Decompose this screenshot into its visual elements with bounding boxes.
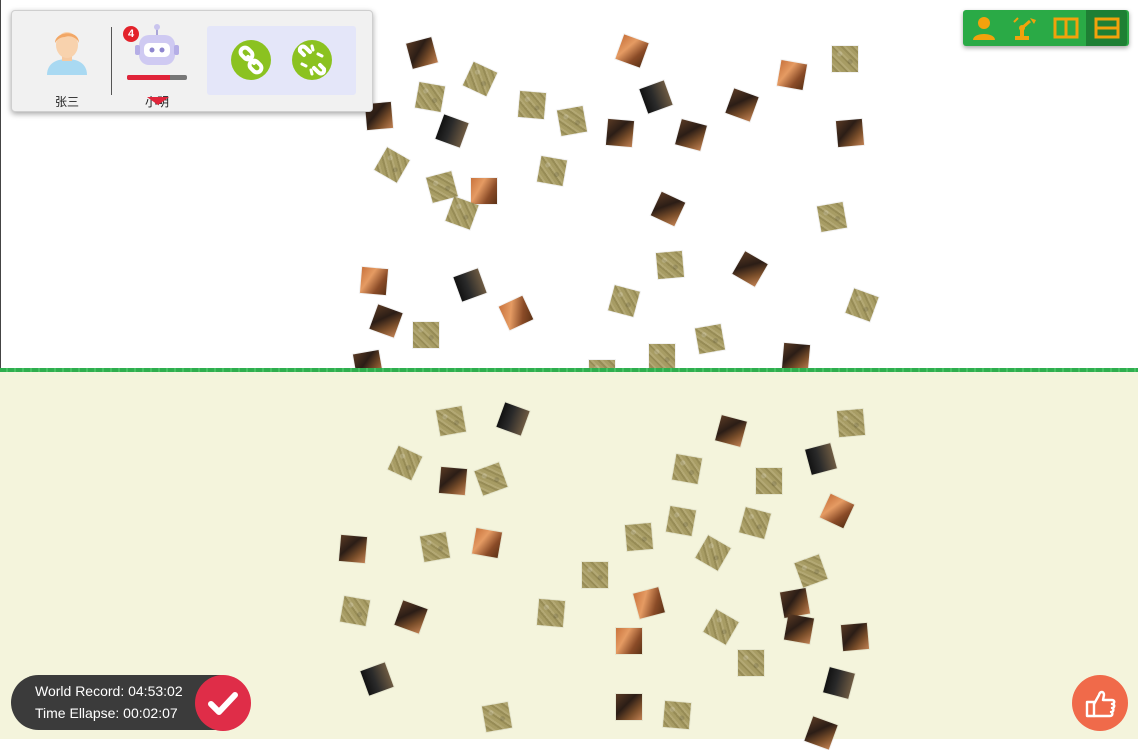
puzzle-piece[interactable] — [517, 90, 547, 120]
link-icon — [238, 45, 264, 75]
robot-notification-badge: 4 — [123, 26, 139, 42]
puzzle-piece[interactable] — [536, 155, 568, 187]
confirm-button[interactable] — [195, 675, 251, 731]
puzzle-piece[interactable] — [338, 534, 368, 564]
puzzle-piece[interactable] — [474, 462, 508, 496]
mode-split-rows-button[interactable] — [1086, 10, 1127, 46]
puzzle-piece[interactable] — [633, 587, 665, 619]
puzzle-piece[interactable] — [639, 80, 673, 114]
player-human[interactable]: 张三 — [39, 23, 95, 109]
puzzle-piece[interactable] — [616, 694, 642, 720]
puzzle-piece[interactable] — [615, 34, 649, 68]
puzzle-piece[interactable] — [738, 650, 764, 676]
mode-robot-arm-button[interactable] — [1004, 10, 1045, 46]
unlink-button[interactable] — [292, 40, 332, 80]
puzzle-piece[interactable] — [805, 443, 837, 475]
puzzle-piece[interactable] — [369, 304, 403, 338]
puzzle-piece[interactable] — [671, 453, 703, 485]
split-rows-icon — [1094, 17, 1120, 39]
puzzle-piece[interactable] — [779, 587, 811, 619]
puzzle-piece[interactable] — [655, 250, 685, 280]
puzzle-piece[interactable] — [835, 118, 865, 148]
puzzle-piece[interactable] — [675, 119, 707, 151]
puzzle-piece[interactable] — [498, 295, 534, 331]
puzzle-piece[interactable] — [536, 598, 566, 628]
check-icon — [208, 692, 238, 715]
view-mode-bar — [963, 10, 1129, 46]
puzzle-piece[interactable] — [471, 178, 497, 204]
robot-arm-icon — [1013, 17, 1036, 40]
puzzle-piece[interactable] — [776, 59, 808, 91]
puzzle-piece[interactable] — [794, 554, 828, 588]
puzzle-piece[interactable] — [394, 600, 428, 634]
human-avatar-icon — [47, 32, 87, 75]
puzzle-piece[interactable] — [582, 562, 608, 588]
link-controls — [207, 26, 356, 95]
puzzle-piece[interactable] — [608, 285, 640, 317]
link-button[interactable] — [231, 40, 271, 80]
puzzle-piece[interactable] — [481, 701, 513, 733]
puzzle-piece[interactable] — [496, 402, 530, 436]
person-icon — [973, 17, 995, 40]
puzzle-piece[interactable] — [840, 622, 870, 652]
puzzle-piece[interactable] — [414, 81, 446, 113]
puzzle-piece[interactable] — [413, 322, 439, 348]
puzzle-piece[interactable] — [435, 114, 469, 148]
puzzle-piece[interactable] — [453, 268, 487, 302]
mode-person-button[interactable] — [963, 10, 1004, 46]
player-human-name: 张三 — [54, 95, 79, 109]
puzzle-piece[interactable] — [650, 191, 686, 227]
puzzle-piece[interactable] — [406, 37, 438, 69]
robot-progress-bar — [127, 75, 187, 80]
player-panel: 张三 小明 4 — [11, 10, 373, 112]
puzzle-piece[interactable] — [804, 716, 838, 750]
puzzle-piece[interactable] — [756, 468, 782, 494]
world-record-text: World Record: 04:53:02 — [35, 683, 183, 699]
puzzle-piece[interactable] — [695, 535, 731, 571]
puzzle-piece[interactable] — [725, 88, 759, 122]
puzzle-piece[interactable] — [703, 609, 739, 645]
puzzle-piece[interactable] — [739, 507, 771, 539]
puzzle-piece[interactable] — [435, 405, 467, 437]
puzzle-piece[interactable] — [816, 201, 848, 233]
puzzle-piece[interactable] — [662, 700, 692, 730]
puzzle-piece[interactable] — [556, 105, 588, 137]
puzzle-piece[interactable] — [339, 595, 371, 627]
puzzle-piece[interactable] — [836, 408, 866, 438]
puzzle-piece[interactable] — [649, 344, 675, 370]
puzzle-piece[interactable] — [783, 613, 815, 645]
selected-player-caret-icon — [147, 97, 169, 105]
puzzle-piece[interactable] — [438, 466, 468, 496]
puzzle-piece[interactable] — [374, 147, 410, 183]
split-columns-icon — [1053, 17, 1079, 39]
puzzle-piece[interactable] — [832, 46, 858, 72]
puzzle-piece[interactable] — [781, 342, 811, 372]
puzzle-piece[interactable] — [360, 662, 394, 696]
time-elapsed-text: Time Ellapse: 00:02:07 — [35, 705, 178, 721]
puzzle-piece[interactable] — [715, 415, 747, 447]
puzzle-piece[interactable] — [624, 522, 654, 552]
player-separator — [111, 27, 112, 95]
puzzle-piece[interactable] — [419, 531, 451, 563]
puzzle-piece[interactable] — [471, 527, 503, 559]
puzzle-piece[interactable] — [359, 266, 389, 296]
puzzle-piece[interactable] — [819, 493, 855, 529]
puzzle-piece[interactable] — [462, 61, 498, 97]
puzzle-piece[interactable] — [732, 251, 768, 287]
puzzle-piece[interactable] — [665, 505, 697, 537]
puzzle-piece[interactable] — [823, 667, 855, 699]
puzzle-piece[interactable] — [605, 118, 635, 148]
hand-pointer-icon — [1085, 690, 1116, 718]
puzzle-piece[interactable] — [694, 323, 726, 355]
hint-button[interactable] — [1072, 675, 1128, 731]
robot-progress-fill — [127, 75, 171, 80]
puzzle-piece[interactable] — [616, 628, 642, 654]
mode-split-columns-button[interactable] — [1045, 10, 1086, 46]
puzzle-piece[interactable] — [387, 445, 423, 481]
puzzle-piece[interactable] — [845, 288, 879, 322]
unlink-icon — [297, 44, 327, 76]
